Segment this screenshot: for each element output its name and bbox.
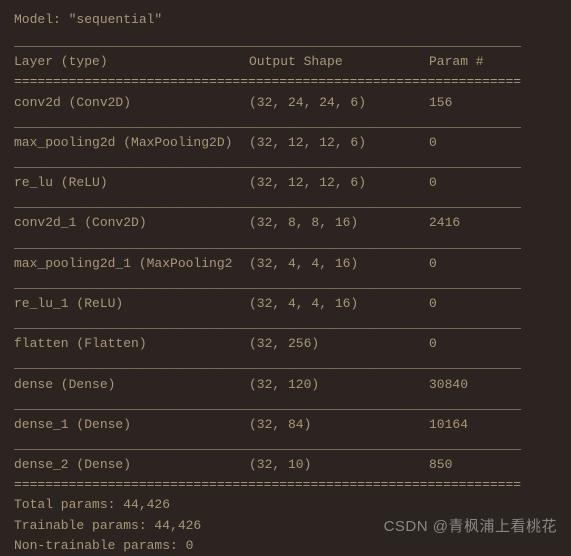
watermark: CSDN @青枫浦上看桃花 [384,515,557,538]
layer-name: dense (Dense) [14,375,249,395]
layer-param: 0 [429,294,557,314]
table-row: dense_1 (Dense)(32, 84)10164 [14,415,557,435]
layer-name: conv2d (Conv2D) [14,93,249,113]
table-row: re_lu (ReLU)(32, 12, 12, 6)0 [14,173,557,193]
layer-param: 156 [429,93,557,113]
table-row: dense (Dense)(32, 120)30840 [14,375,557,395]
table-row: conv2d (Conv2D)(32, 24, 24, 6)156 [14,93,557,113]
layer-output: (32, 120) [249,375,429,395]
layer-name: max_pooling2d (MaxPooling2D) [14,133,249,153]
layer-param: 0 [429,334,557,354]
layer-output: (32, 4, 4, 16) [249,254,429,274]
table-header-row: Layer (type) Output Shape Param # [14,52,557,72]
model-name: Model: "sequential" [14,10,557,30]
divider-underscore: ________________________________________… [14,395,557,415]
layer-name: dense_2 (Dense) [14,455,249,475]
divider-underscore: ________________________________________… [14,113,557,133]
layer-name: re_lu (ReLU) [14,173,249,193]
layer-param: 10164 [429,415,557,435]
table-row: max_pooling2d_1 (MaxPooling2(32, 4, 4, 1… [14,254,557,274]
layer-param: 0 [429,254,557,274]
header-param: Param # [429,52,557,72]
layer-output: (32, 8, 8, 16) [249,213,429,233]
header-output: Output Shape [249,52,429,72]
non-trainable-params: Non-trainable params: 0 [14,536,557,556]
table-row: max_pooling2d (MaxPooling2D)(32, 12, 12,… [14,133,557,153]
layer-output: (32, 84) [249,415,429,435]
table-row: conv2d_1 (Conv2D)(32, 8, 8, 16)2416 [14,213,557,233]
table-row: dense_2 (Dense)(32, 10)850 [14,455,557,475]
divider-underscore: ________________________________________… [14,234,557,254]
layer-output: (32, 4, 4, 16) [249,294,429,314]
layer-param: 850 [429,455,557,475]
layer-param: 2416 [429,213,557,233]
divider-underscore: ________________________________________… [14,153,557,173]
layer-name: dense_1 (Dense) [14,415,249,435]
divider-equals: ========================================… [14,475,557,495]
divider-underscore: ________________________________________… [14,435,557,455]
table-row: re_lu_1 (ReLU)(32, 4, 4, 16)0 [14,294,557,314]
layer-output: (32, 12, 12, 6) [249,133,429,153]
layer-param: 0 [429,173,557,193]
divider-underscore: ________________________________________… [14,354,557,374]
layer-param: 30840 [429,375,557,395]
layers-container: conv2d (Conv2D)(32, 24, 24, 6)156_______… [14,93,557,476]
table-row: flatten (Flatten)(32, 256)0 [14,334,557,354]
layer-name: max_pooling2d_1 (MaxPooling2 [14,254,249,274]
divider-underscore: ________________________________________… [14,193,557,213]
layer-output: (32, 12, 12, 6) [249,173,429,193]
layer-output: (32, 24, 24, 6) [249,93,429,113]
divider-underscore: ________________________________________… [14,274,557,294]
layer-param: 0 [429,133,557,153]
total-params: Total params: 44,426 [14,495,557,515]
divider-underscore: ________________________________________… [14,314,557,334]
layer-output: (32, 256) [249,334,429,354]
divider-underscore: ________________________________________… [14,32,557,52]
layer-name: flatten (Flatten) [14,334,249,354]
layer-name: re_lu_1 (ReLU) [14,294,249,314]
header-layer: Layer (type) [14,52,249,72]
layer-output: (32, 10) [249,455,429,475]
layer-name: conv2d_1 (Conv2D) [14,213,249,233]
divider-equals: ========================================… [14,72,557,92]
